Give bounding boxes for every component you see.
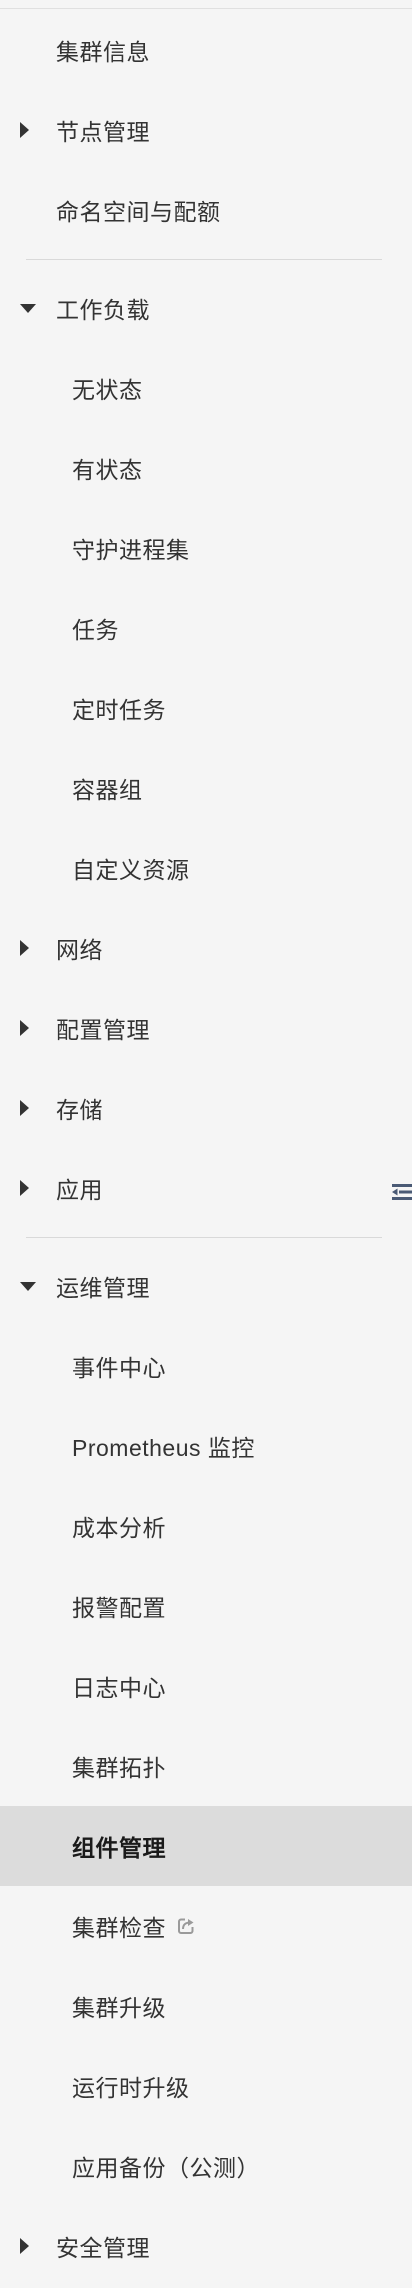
sidebar-item-label: 节点管理 (56, 119, 150, 145)
sidebar-item-label: 守护进程集 (72, 537, 190, 563)
divider (26, 259, 382, 260)
sidebar-item-label: 事件中心 (72, 1355, 166, 1381)
sidebar-item-cluster-info[interactable]: 集群信息 (0, 10, 412, 90)
sidebar-item-deployments[interactable]: 无状态 (0, 348, 412, 428)
sidebar-item-label: 应用备份（公测） (72, 2155, 260, 2181)
sidebar-item-label: 集群升级 (72, 1995, 166, 2021)
sidebar-item-label: 定时任务 (72, 697, 166, 723)
caret-right-icon (20, 940, 29, 956)
sidebar-item-label: 配置管理 (56, 1017, 150, 1043)
caret-right-icon (20, 2238, 29, 2254)
sidebar-item-cluster-topology[interactable]: 集群拓扑 (0, 1726, 412, 1806)
caret-right-icon (20, 122, 29, 138)
sidebar-item-label: Prometheus 监控 (72, 1435, 255, 1461)
sidebar-item-app-backup[interactable]: 应用备份（公测） (0, 2126, 412, 2206)
sidebar-item-label: 成本分析 (72, 1515, 166, 1541)
sidebar-item-component-management[interactable]: 组件管理 (0, 1806, 412, 1886)
collapse-sidebar-button[interactable] (390, 1172, 412, 1212)
sidebar-item-node-management[interactable]: 节点管理 (0, 90, 412, 170)
sidebar-item-label: 命名空间与配额 (56, 199, 221, 225)
sidebar-item-label: 自定义资源 (72, 857, 190, 883)
sidebar-item-label: 安全管理 (56, 2235, 150, 2261)
caret-right-icon (20, 1020, 29, 1036)
sidebar-group-workloads[interactable]: 工作负载 (0, 268, 412, 348)
sidebar-item-cronjobs[interactable]: 定时任务 (0, 668, 412, 748)
sidebar-item-prometheus[interactable]: Prometheus 监控 (0, 1406, 412, 1486)
caret-right-icon (20, 1100, 29, 1116)
sidebar-item-custom-resources[interactable]: 自定义资源 (0, 828, 412, 908)
divider (26, 1237, 382, 1238)
sidebar-item-cluster-check[interactable]: 集群检查 (0, 1886, 412, 1966)
sidebar-item-label: 任务 (72, 617, 119, 643)
sidebar-item-label: 网络 (56, 937, 103, 963)
sidebar-item-applications[interactable]: 应用 (0, 1148, 412, 1228)
sidebar-item-label: 存储 (56, 1097, 103, 1123)
caret-down-icon (20, 304, 36, 313)
sidebar-item-storage[interactable]: 存储 (0, 1068, 412, 1148)
top-border (0, 8, 412, 9)
sidebar-item-runtime-upgrade[interactable]: 运行时升级 (0, 2046, 412, 2126)
external-link-icon (178, 1918, 194, 1934)
caret-down-icon (20, 1282, 36, 1291)
sidebar-item-security-management[interactable]: 安全管理 (0, 2206, 412, 2286)
caret-right-icon (20, 1180, 29, 1196)
sidebar-item-cost-analysis[interactable]: 成本分析 (0, 1486, 412, 1566)
sidebar-item-label: 运行时升级 (72, 2075, 190, 2101)
sidebar-item-label: 应用 (56, 1177, 103, 1203)
sidebar-item-config-management[interactable]: 配置管理 (0, 988, 412, 1068)
collapse-sidebar-icon (392, 1184, 412, 1200)
sidebar-item-label: 组件管理 (72, 1835, 166, 1861)
sidebar-item-label: 无状态 (72, 377, 143, 403)
sidebar-item-daemonsets[interactable]: 守护进程集 (0, 508, 412, 588)
sidebar-item-label: 集群拓扑 (72, 1755, 166, 1781)
sidebar-item-statefulsets[interactable]: 有状态 (0, 428, 412, 508)
sidebar-item-label: 有状态 (72, 457, 143, 483)
sidebar-group-label: 运维管理 (56, 1275, 150, 1301)
sidebar-item-event-center[interactable]: 事件中心 (0, 1326, 412, 1406)
sidebar-item-cluster-upgrade[interactable]: 集群升级 (0, 1966, 412, 2046)
sidebar-item-jobs[interactable]: 任务 (0, 588, 412, 668)
sidebar-item-pods[interactable]: 容器组 (0, 748, 412, 828)
sidebar-item-log-center[interactable]: 日志中心 (0, 1646, 412, 1726)
sidebar-item-network[interactable]: 网络 (0, 908, 412, 988)
sidebar-item-label: 日志中心 (72, 1675, 166, 1701)
sidebar-item-label: 集群信息 (56, 39, 150, 65)
sidebar-group-label: 工作负载 (56, 297, 150, 323)
sidebar-item-alert-config[interactable]: 报警配置 (0, 1566, 412, 1646)
sidebar-item-label: 容器组 (72, 777, 143, 803)
sidebar-item-label: 集群检查 (72, 1915, 166, 1941)
sidebar-item-label: 报警配置 (72, 1595, 166, 1621)
sidebar-item-namespace-quota[interactable]: 命名空间与配额 (0, 170, 412, 250)
sidebar-group-operations[interactable]: 运维管理 (0, 1246, 412, 1326)
